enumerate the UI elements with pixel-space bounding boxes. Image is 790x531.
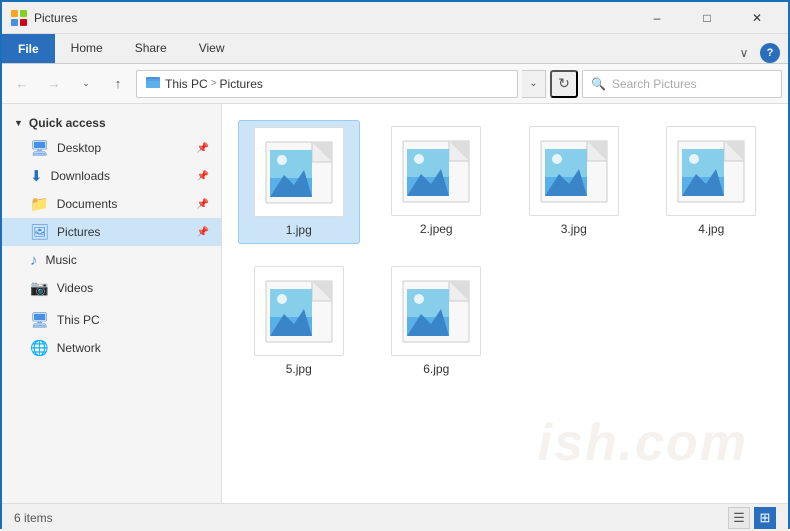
file-item-5[interactable]: 5.jpg	[238, 260, 360, 382]
pin-icon-downloads: 📌	[197, 171, 209, 182]
downloads-label: Downloads	[51, 169, 110, 183]
tab-view[interactable]: View	[183, 33, 241, 63]
file-area: ish.com 1.jpg	[222, 104, 788, 503]
icon-view-button[interactable]: ⊞	[754, 507, 776, 529]
file-name-6: 6.jpg	[423, 362, 449, 376]
back-button[interactable]: ←	[8, 70, 36, 98]
network-icon: 🌐	[30, 339, 49, 357]
sidebar-item-desktop[interactable]: 🖥 Desktop 📌	[2, 134, 221, 162]
sidebar: ▼ Quick access 🖥 Desktop 📌 ⬇ Downloads 📌…	[2, 104, 222, 503]
file-thumb-5	[254, 266, 344, 356]
desktop-icon: 🖥	[30, 139, 49, 157]
tab-share[interactable]: Share	[119, 33, 183, 63]
file-item-1[interactable]: 1.jpg	[238, 120, 360, 244]
ribbon-collapse-icon[interactable]: ∨	[734, 43, 754, 63]
address-path[interactable]: This PC > Pictures	[136, 70, 518, 98]
up-button[interactable]: ↑	[104, 70, 132, 98]
sidebar-item-videos[interactable]: 📷 Videos	[2, 274, 221, 302]
documents-icon: 📁	[30, 195, 49, 213]
file-name-5: 5.jpg	[286, 362, 312, 376]
forward-button[interactable]: →	[40, 70, 68, 98]
file-name-1: 1.jpg	[286, 223, 312, 237]
search-box[interactable]: 🔍 Search Pictures	[582, 70, 782, 98]
file-thumb-2	[391, 126, 481, 216]
title-bar: Pictures – □ ✕	[2, 2, 788, 34]
file-thumb-6	[391, 266, 481, 356]
quick-access-chevron: ▼	[14, 118, 23, 128]
sidebar-item-network[interactable]: 🌐 Network	[2, 334, 221, 362]
sidebar-item-downloads[interactable]: ⬇ Downloads 📌	[2, 162, 221, 190]
window-icon	[10, 9, 28, 27]
pin-icon-pictures: 📌	[197, 227, 209, 238]
downloads-icon: ⬇	[30, 167, 43, 185]
view-controls: ☰ ⊞	[728, 507, 776, 529]
search-placeholder: Search Pictures	[612, 77, 697, 91]
music-icon: ♪	[30, 252, 38, 269]
videos-label: Videos	[57, 281, 93, 295]
ribbon-tabs: File Home Share View ∨ ?	[2, 34, 788, 64]
music-label: Music	[46, 253, 77, 267]
file-thumb-3	[529, 126, 619, 216]
minimize-button[interactable]: –	[634, 2, 680, 34]
sidebar-item-documents[interactable]: 📁 Documents 📌	[2, 190, 221, 218]
file-thumb-4	[666, 126, 756, 216]
dropdown-recent-button[interactable]: ⌄	[72, 70, 100, 98]
documents-label: Documents	[57, 197, 118, 211]
sidebar-item-thispc[interactable]: 🖥 This PC	[2, 306, 221, 334]
thispc-label: This PC	[57, 313, 100, 327]
videos-icon: 📷	[30, 279, 49, 297]
ribbon-right: ∨ ?	[734, 43, 788, 63]
address-bar: ← → ⌄ ↑ This PC > Pictures ⌄ ↻ 🔍 Search …	[2, 64, 788, 104]
breadcrumb-icon	[145, 74, 161, 93]
file-name-2: 2.jpeg	[420, 222, 453, 236]
file-name-4: 4.jpg	[698, 222, 724, 236]
search-icon: 🔍	[591, 77, 606, 91]
pictures-icon: 🖼	[30, 223, 49, 241]
desktop-label: Desktop	[57, 141, 101, 155]
file-item-6[interactable]: 6.jpg	[376, 260, 498, 382]
item-count: 6 items	[14, 511, 53, 525]
watermark: ish.com	[538, 413, 749, 473]
close-button[interactable]: ✕	[734, 2, 780, 34]
breadcrumb-thispc[interactable]: This PC	[165, 77, 208, 91]
sidebar-item-music[interactable]: ♪ Music	[2, 246, 221, 274]
pin-icon-documents: 📌	[197, 199, 209, 210]
window-title: Pictures	[34, 11, 634, 25]
refresh-button[interactable]: ↻	[550, 70, 578, 98]
file-item-2[interactable]: 2.jpeg	[376, 120, 498, 244]
network-label: Network	[57, 341, 101, 355]
file-name-3: 3.jpg	[561, 222, 587, 236]
file-item-3[interactable]: 3.jpg	[513, 120, 635, 244]
tab-home[interactable]: Home	[55, 33, 119, 63]
thispc-icon: 🖥	[30, 311, 49, 329]
status-bar: 6 items ☰ ⊞	[2, 503, 788, 531]
quick-access-label: Quick access	[29, 116, 106, 130]
breadcrumb-separator-1: >	[211, 78, 217, 89]
window-controls: – □ ✕	[634, 2, 780, 34]
tab-file[interactable]: File	[2, 34, 55, 63]
help-button[interactable]: ?	[760, 43, 780, 63]
list-view-button[interactable]: ☰	[728, 507, 750, 529]
quick-access-header[interactable]: ▼ Quick access	[2, 112, 221, 134]
file-thumb-1	[254, 127, 344, 217]
sidebar-item-pictures[interactable]: 🖼 Pictures 📌	[2, 218, 221, 246]
main-area: ▼ Quick access 🖥 Desktop 📌 ⬇ Downloads 📌…	[2, 104, 788, 503]
pin-icon-desktop: 📌	[197, 143, 209, 154]
maximize-button[interactable]: □	[684, 2, 730, 34]
file-item-4[interactable]: 4.jpg	[651, 120, 773, 244]
pictures-label: Pictures	[57, 225, 100, 239]
breadcrumb-pictures[interactable]: Pictures	[220, 77, 263, 91]
address-dropdown-button[interactable]: ⌄	[522, 70, 546, 98]
